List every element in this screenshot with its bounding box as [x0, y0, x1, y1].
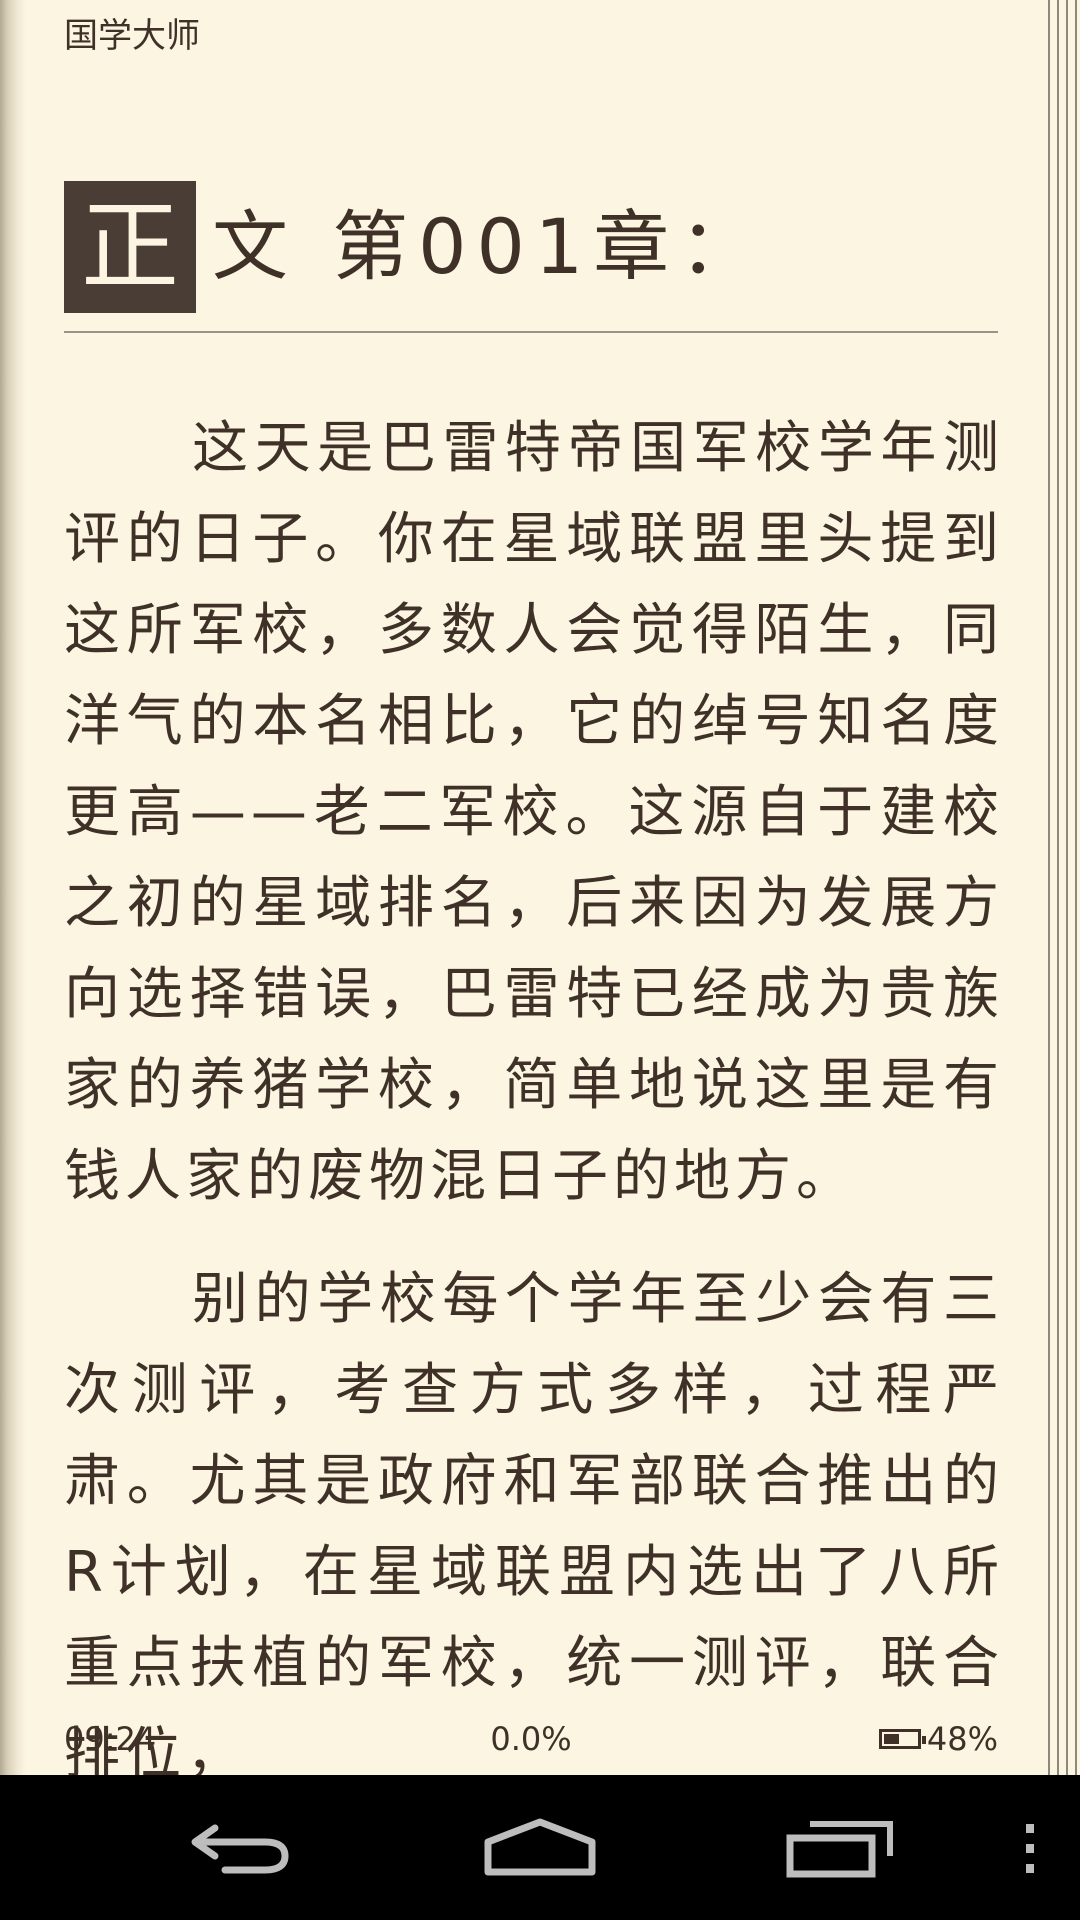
reader-status-bar: 09:24 0.0% 48%	[64, 1716, 998, 1762]
back-icon	[191, 1824, 289, 1873]
overflow-menu-button[interactable]	[1000, 1775, 1060, 1920]
paragraph: 别的学校每个学年至少会有三次测评，考查方式多样，过程严肃。尤其是政府和军部联合推…	[64, 1267, 1004, 1775]
chapter-content: 这天是巴雷特帝国军校学年测评的日子。你在星域联盟里头提到这所军校，多数人会觉得陌…	[64, 403, 1004, 1775]
page-stack-edges	[1046, 0, 1080, 1775]
menu-icon	[1026, 1823, 1034, 1873]
chapter-title: 文 第001章：	[212, 202, 766, 291]
recents-icon	[786, 1820, 893, 1877]
reading-progress: 0.0%	[490, 1720, 572, 1758]
chapter-heading: 正 文 第001章：	[64, 181, 765, 313]
book-title: 国学大师	[64, 16, 200, 56]
chapter-divider	[64, 331, 998, 333]
battery-level-fill	[883, 1734, 899, 1744]
battery-percent: 48%	[926, 1720, 998, 1758]
system-navigation-bar	[0, 1775, 1080, 1920]
battery-indicator: 48%	[878, 1716, 998, 1762]
battery-icon	[878, 1729, 926, 1749]
home-icon	[484, 1818, 596, 1875]
paragraph: 这天是巴雷特帝国军校学年测评的日子。你在星域联盟里头提到这所军校，多数人会觉得陌…	[64, 416, 1004, 1209]
page-left-shadow	[0, 0, 26, 1775]
home-button[interactable]	[470, 1775, 610, 1920]
chapter-drop-cap: 正	[64, 181, 196, 313]
recents-button[interactable]	[770, 1775, 910, 1920]
reader-page[interactable]: 国学大师 正 文 第001章： 这天是巴雷特帝国军校学年测评的日子。你在星域联盟…	[0, 0, 1080, 1775]
back-button[interactable]	[170, 1775, 310, 1920]
